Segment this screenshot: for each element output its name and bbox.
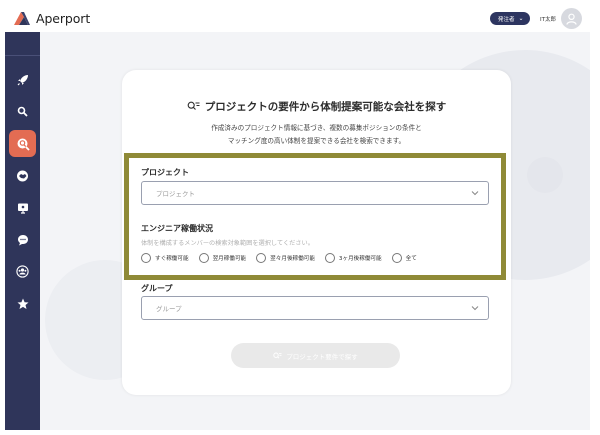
role-switcher[interactable]: 発注者 ⌄ [490, 12, 530, 25]
sidebar [5, 32, 40, 430]
sidebar-item-star[interactable] [9, 290, 36, 317]
sidebar-item-search[interactable] [9, 98, 36, 125]
app-logo[interactable]: Aperport [13, 10, 90, 26]
highlight-box [124, 153, 506, 280]
chevron-down-icon [471, 306, 479, 311]
group-select[interactable]: グループ [141, 296, 489, 320]
star-icon [17, 298, 28, 309]
handshake-icon [17, 170, 28, 181]
rocket-icon [17, 74, 28, 85]
aperport-logo-icon [14, 12, 30, 25]
sidebar-item-chat[interactable] [9, 226, 36, 253]
sidebar-divider [5, 55, 40, 56]
group-placeholder: グループ [156, 305, 182, 313]
card-title: プロジェクトの要件から体制提案可能な会社を探す [122, 99, 511, 114]
sidebar-item-rocket[interactable] [9, 66, 36, 93]
app-frame: Aperport 発注者 ⌄ IT太郎 プロジェクトの要件から体制提案可能な会社… [5, 5, 590, 430]
group-label: グループ [141, 284, 173, 293]
user-icon [566, 13, 577, 25]
logo-text: Aperport [36, 10, 91, 26]
sidebar-item-company-search[interactable] [9, 130, 36, 157]
sidebar-item-monitor[interactable] [9, 194, 36, 221]
chevron-down-icon: ⌄ [518, 15, 524, 22]
company-search-icon [17, 138, 30, 151]
description-line-1: 作成済みのプロジェクト情報に基づき、複数の募集ポジションの条件と [211, 124, 422, 132]
role-label: 発注者 [498, 16, 515, 23]
description-line-2: マッチング度の高い体制を提案できる会社を検索できます。 [227, 137, 406, 145]
monitor-icon [17, 203, 28, 214]
search-button[interactable]: プロジェクト要件で探す [231, 343, 400, 368]
search-filter-icon [273, 352, 282, 359]
search-button-label: プロジェクト要件で探す [286, 352, 358, 361]
sidebar-item-team[interactable] [9, 258, 36, 285]
card-description: 作成済みのプロジェクト情報に基づき、複数の募集ポジションの条件と マッチング度の… [122, 122, 511, 148]
card-title-text: プロジェクトの要件から体制提案可能な会社を探す [204, 101, 447, 113]
search-icon [17, 106, 28, 117]
user-name: IT太郎 [540, 17, 556, 23]
background-circle-small [527, 157, 563, 193]
search-filter-icon [187, 101, 200, 110]
avatar[interactable] [561, 8, 582, 29]
chat-icon [17, 234, 28, 245]
team-icon [16, 265, 29, 278]
sidebar-item-handshake[interactable] [9, 162, 36, 189]
top-header: Aperport 発注者 ⌄ IT太郎 [5, 5, 590, 32]
